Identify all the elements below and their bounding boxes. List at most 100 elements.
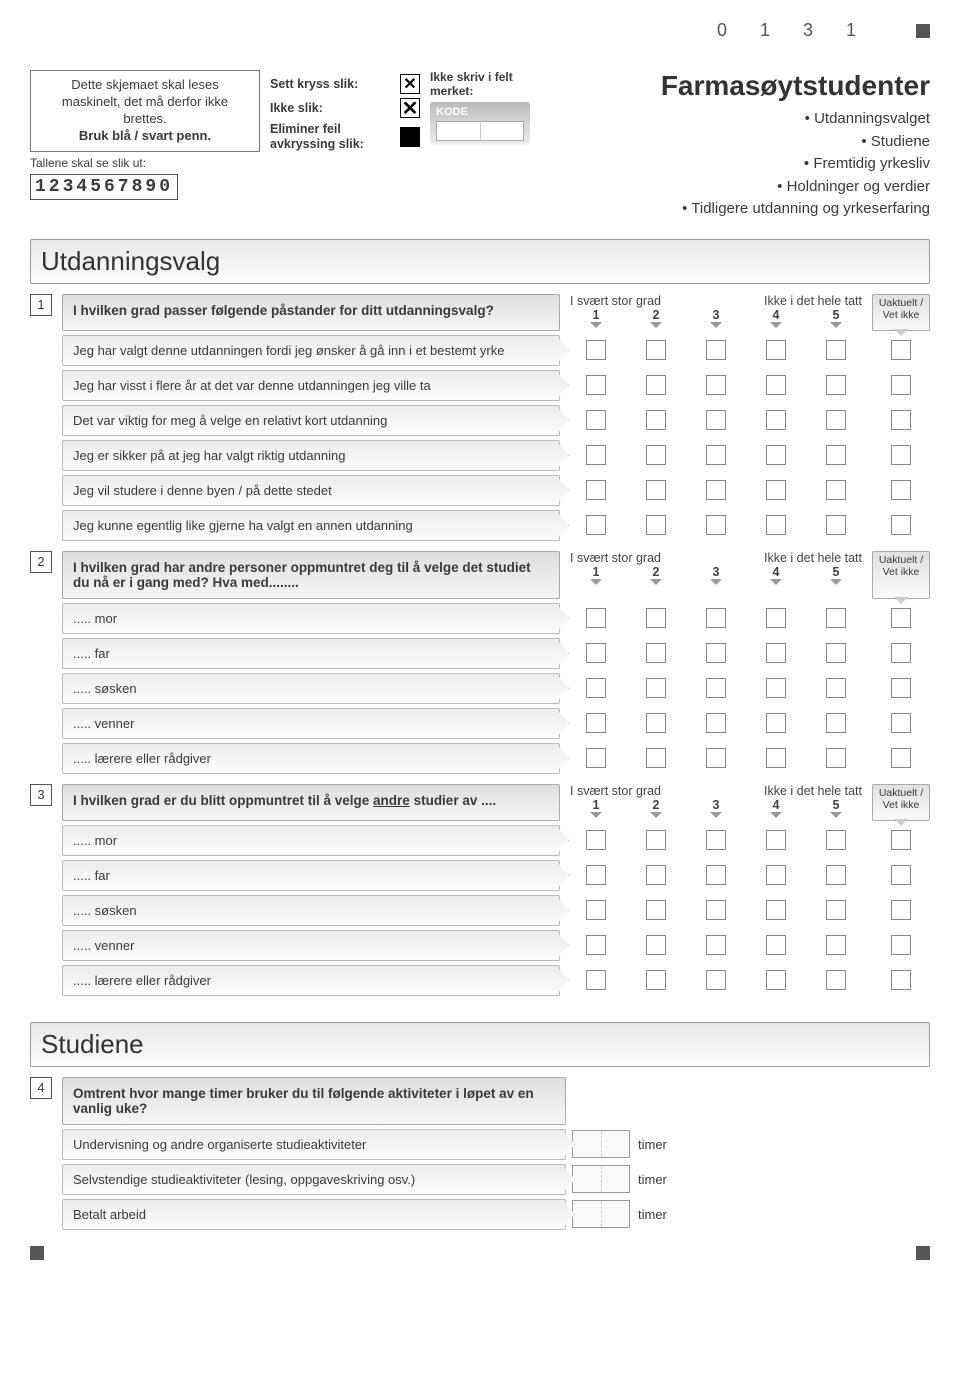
checkbox-na[interactable] — [891, 375, 911, 395]
checkbox-na[interactable] — [891, 900, 911, 920]
checkbox[interactable] — [766, 935, 786, 955]
checkbox[interactable] — [586, 935, 606, 955]
checkbox[interactable] — [586, 445, 606, 465]
checkbox[interactable] — [706, 480, 726, 500]
checkbox[interactable] — [706, 445, 726, 465]
checkbox[interactable] — [586, 865, 606, 885]
hours-input[interactable] — [572, 1130, 630, 1158]
checkbox[interactable] — [586, 713, 606, 733]
checkbox[interactable] — [766, 445, 786, 465]
checkbox[interactable] — [586, 643, 606, 663]
checkbox[interactable] — [586, 678, 606, 698]
checkbox[interactable] — [646, 445, 666, 465]
checkbox[interactable] — [766, 375, 786, 395]
checkbox[interactable] — [766, 643, 786, 663]
checkbox[interactable] — [646, 830, 666, 850]
checkbox[interactable] — [646, 375, 666, 395]
checkbox[interactable] — [766, 830, 786, 850]
hours-input[interactable] — [572, 1200, 630, 1228]
checkbox-na[interactable] — [891, 445, 911, 465]
checkbox-na[interactable] — [891, 678, 911, 698]
checkbox[interactable] — [826, 643, 846, 663]
hours-input[interactable] — [572, 1165, 630, 1193]
checkbox[interactable] — [706, 340, 726, 360]
checkbox[interactable] — [826, 713, 846, 733]
checkbox-na[interactable] — [891, 643, 911, 663]
checkbox[interactable] — [706, 375, 726, 395]
checkbox[interactable] — [766, 515, 786, 535]
checkbox[interactable] — [646, 900, 666, 920]
checkbox-na[interactable] — [891, 713, 911, 733]
checkbox[interactable] — [706, 900, 726, 920]
checkbox[interactable] — [766, 608, 786, 628]
checkbox-row — [566, 643, 866, 663]
checkbox[interactable] — [706, 643, 726, 663]
checkbox[interactable] — [826, 830, 846, 850]
checkbox[interactable] — [646, 678, 666, 698]
checkbox[interactable] — [646, 865, 666, 885]
checkbox[interactable] — [826, 480, 846, 500]
checkbox[interactable] — [646, 410, 666, 430]
checkbox-na[interactable] — [891, 340, 911, 360]
checkbox[interactable] — [766, 748, 786, 768]
checkbox[interactable] — [766, 865, 786, 885]
checkbox[interactable] — [766, 480, 786, 500]
checkbox[interactable] — [706, 410, 726, 430]
checkbox[interactable] — [586, 515, 606, 535]
checkbox[interactable] — [586, 410, 606, 430]
checkbox-na[interactable] — [891, 480, 911, 500]
checkbox[interactable] — [826, 340, 846, 360]
checkbox[interactable] — [706, 970, 726, 990]
checkbox[interactable] — [826, 375, 846, 395]
checkbox-na[interactable] — [891, 410, 911, 430]
checkbox[interactable] — [586, 900, 606, 920]
checkbox[interactable] — [826, 515, 846, 535]
checkbox-na[interactable] — [891, 935, 911, 955]
checkbox[interactable] — [826, 678, 846, 698]
checkbox[interactable] — [646, 643, 666, 663]
checkbox[interactable] — [766, 713, 786, 733]
checkbox[interactable] — [706, 515, 726, 535]
checkbox[interactable] — [586, 970, 606, 990]
checkbox[interactable] — [586, 480, 606, 500]
checkbox[interactable] — [706, 935, 726, 955]
checkbox[interactable] — [706, 830, 726, 850]
checkbox[interactable] — [766, 970, 786, 990]
checkbox[interactable] — [826, 748, 846, 768]
checkbox[interactable] — [826, 900, 846, 920]
checkbox[interactable] — [706, 678, 726, 698]
checkbox[interactable] — [646, 340, 666, 360]
checkbox-na[interactable] — [891, 608, 911, 628]
checkbox[interactable] — [586, 340, 606, 360]
checkbox[interactable] — [646, 935, 666, 955]
checkbox[interactable] — [646, 713, 666, 733]
checkbox-na[interactable] — [891, 970, 911, 990]
checkbox-na[interactable] — [891, 830, 911, 850]
checkbox[interactable] — [586, 608, 606, 628]
checkbox-na[interactable] — [891, 515, 911, 535]
checkbox-na[interactable] — [891, 748, 911, 768]
checkbox[interactable] — [586, 375, 606, 395]
checkbox[interactable] — [826, 410, 846, 430]
checkbox[interactable] — [646, 480, 666, 500]
checkbox-na[interactable] — [891, 865, 911, 885]
checkbox[interactable] — [646, 515, 666, 535]
checkbox[interactable] — [766, 340, 786, 360]
checkbox[interactable] — [646, 608, 666, 628]
checkbox[interactable] — [706, 713, 726, 733]
checkbox[interactable] — [766, 678, 786, 698]
checkbox[interactable] — [826, 970, 846, 990]
checkbox[interactable] — [706, 865, 726, 885]
checkbox[interactable] — [766, 900, 786, 920]
checkbox[interactable] — [706, 748, 726, 768]
checkbox[interactable] — [826, 608, 846, 628]
checkbox[interactable] — [646, 748, 666, 768]
checkbox[interactable] — [826, 445, 846, 465]
checkbox[interactable] — [586, 748, 606, 768]
checkbox[interactable] — [586, 830, 606, 850]
checkbox[interactable] — [826, 865, 846, 885]
checkbox[interactable] — [826, 935, 846, 955]
checkbox[interactable] — [766, 410, 786, 430]
checkbox[interactable] — [646, 970, 666, 990]
checkbox[interactable] — [706, 608, 726, 628]
